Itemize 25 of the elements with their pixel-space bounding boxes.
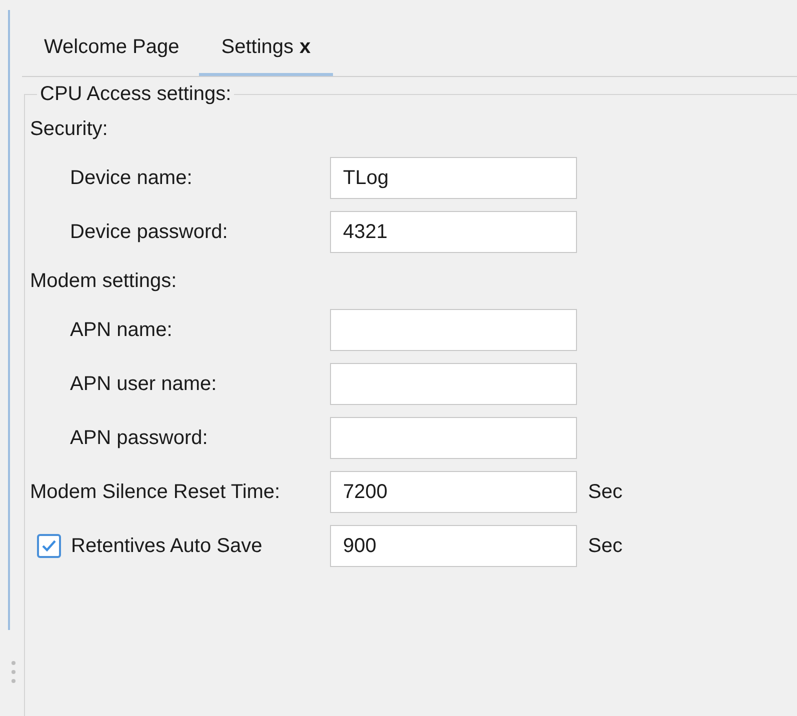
checkbox[interactable] (37, 534, 61, 558)
field-label: Modem Silence Reset Time: (30, 480, 280, 505)
tab[interactable]: Settings x (199, 20, 333, 76)
field-label: Device password: (70, 220, 228, 245)
input-field[interactable]: 900 (330, 525, 577, 567)
unit-label: Sec (588, 534, 622, 559)
unit-label: Sec (588, 480, 622, 505)
section-heading: Modem settings: (30, 269, 177, 294)
field-label: APN password: (70, 426, 208, 451)
input-field[interactable]: TLog (330, 157, 577, 199)
checkmark-icon (41, 539, 57, 553)
input-field[interactable]: 4321 (330, 211, 577, 253)
close-icon[interactable]: x (300, 32, 311, 62)
field-label: APN name: (70, 318, 172, 343)
tab[interactable]: Welcome Page (24, 20, 200, 76)
input-field[interactable] (330, 309, 577, 351)
group-title: CPU Access settings: (39, 83, 232, 105)
field-label: APN user name: (70, 372, 217, 397)
field-label: Retentives Auto Save (71, 534, 262, 559)
input-field[interactable] (330, 363, 577, 405)
field-label: Device name: (70, 166, 192, 191)
grip-icon[interactable] (11, 660, 16, 686)
input-field[interactable]: 7200 (330, 471, 577, 513)
section-heading: Security: (30, 117, 108, 142)
input-field[interactable] (330, 417, 577, 459)
